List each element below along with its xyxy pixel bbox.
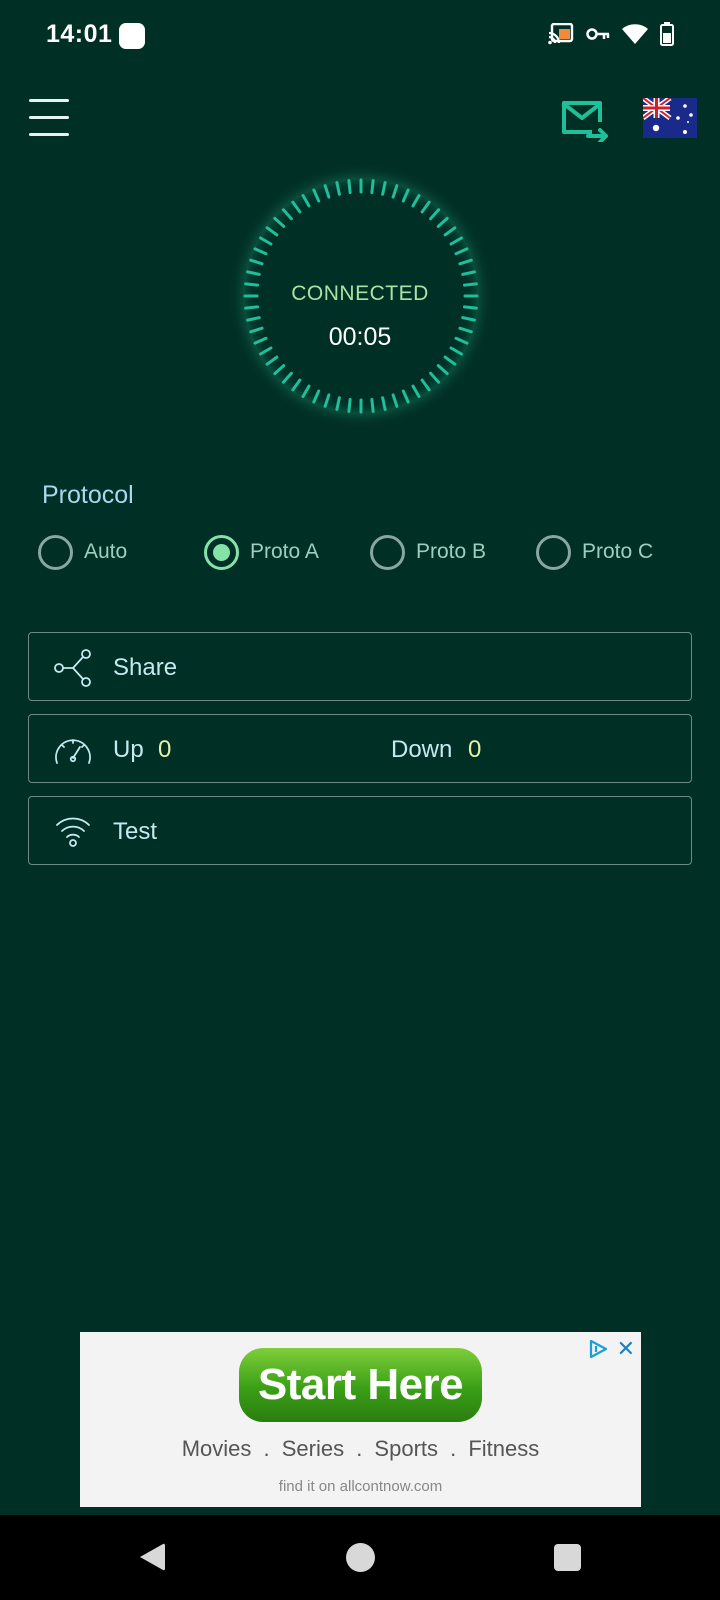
ad-url: find it on allcontnow.com bbox=[278, 1478, 443, 1495]
protocol-option-label: Proto C bbox=[582, 540, 654, 563]
mail-forward-icon bbox=[562, 101, 608, 144]
test-card[interactable]: Test bbox=[28, 796, 692, 865]
connection-status: CONNECTED bbox=[291, 282, 429, 305]
ad-close-icon[interactable]: ✕ bbox=[617, 1336, 635, 1362]
recents-icon[interactable] bbox=[554, 1544, 581, 1571]
protocol-option-label: Auto bbox=[84, 540, 128, 563]
protocol-label: Protocol bbox=[42, 481, 134, 509]
dial-tick bbox=[347, 397, 352, 413]
speedometer-icon bbox=[55, 739, 91, 764]
dial-tick bbox=[462, 305, 478, 310]
protocol-option-label: Proto A bbox=[250, 540, 319, 563]
traffic-card: Up 0 Down 0 bbox=[28, 714, 692, 783]
navigation-bar bbox=[0, 1515, 720, 1600]
australia-flag-icon bbox=[641, 95, 697, 138]
radio-icon bbox=[536, 534, 571, 570]
protocol-option-label: Proto B bbox=[416, 540, 487, 563]
protocol-option-auto[interactable]: Auto bbox=[38, 534, 127, 570]
status-icons bbox=[548, 22, 674, 51]
cast-icon bbox=[548, 22, 574, 50]
share-icon bbox=[54, 649, 91, 687]
dial-tick bbox=[370, 179, 375, 195]
wifi-icon bbox=[622, 24, 648, 49]
feedback-button[interactable] bbox=[560, 100, 610, 144]
battery-icon bbox=[660, 22, 674, 51]
dial-tick bbox=[244, 305, 260, 310]
dial-tick bbox=[370, 397, 375, 413]
test-label: Test bbox=[113, 818, 158, 845]
ad-banner[interactable]: ✕ Start Here Movies . Series . Sports . … bbox=[80, 1332, 641, 1507]
ad-cta-button[interactable]: Start Here bbox=[239, 1348, 482, 1422]
down-label: Down bbox=[391, 736, 453, 763]
protocol-option-proto-b[interactable]: Proto B bbox=[370, 534, 486, 570]
menu-button[interactable] bbox=[29, 98, 69, 136]
radio-icon bbox=[370, 534, 405, 570]
radio-selected-icon bbox=[204, 534, 239, 570]
status-bar: 14:01 bbox=[0, 0, 720, 72]
share-label: Share bbox=[113, 654, 178, 681]
status-time: 14:01 bbox=[46, 20, 113, 48]
share-card[interactable]: Share bbox=[28, 632, 692, 701]
notification-icon bbox=[119, 23, 145, 49]
vpn-key-icon bbox=[586, 27, 610, 46]
up-label: Up bbox=[113, 736, 144, 763]
down-value: 0 bbox=[468, 736, 482, 763]
ad-categories: Movies . Series . Sports . Fitness bbox=[181, 1436, 540, 1461]
protocol-option-proto-c[interactable]: Proto C bbox=[536, 534, 653, 570]
home-icon[interactable] bbox=[346, 1543, 375, 1572]
wifi-signal-icon bbox=[56, 817, 90, 847]
adchoices-icon[interactable] bbox=[587, 1338, 609, 1360]
server-flag-button[interactable] bbox=[641, 95, 697, 138]
connection-timer: 00:05 bbox=[328, 323, 392, 351]
hamburger-icon bbox=[29, 99, 69, 102]
radio-icon bbox=[38, 534, 73, 570]
up-value: 0 bbox=[158, 736, 172, 763]
dial-tick bbox=[347, 179, 352, 195]
back-icon[interactable] bbox=[137, 1542, 167, 1572]
protocol-option-proto-a[interactable]: Proto A bbox=[204, 534, 319, 570]
